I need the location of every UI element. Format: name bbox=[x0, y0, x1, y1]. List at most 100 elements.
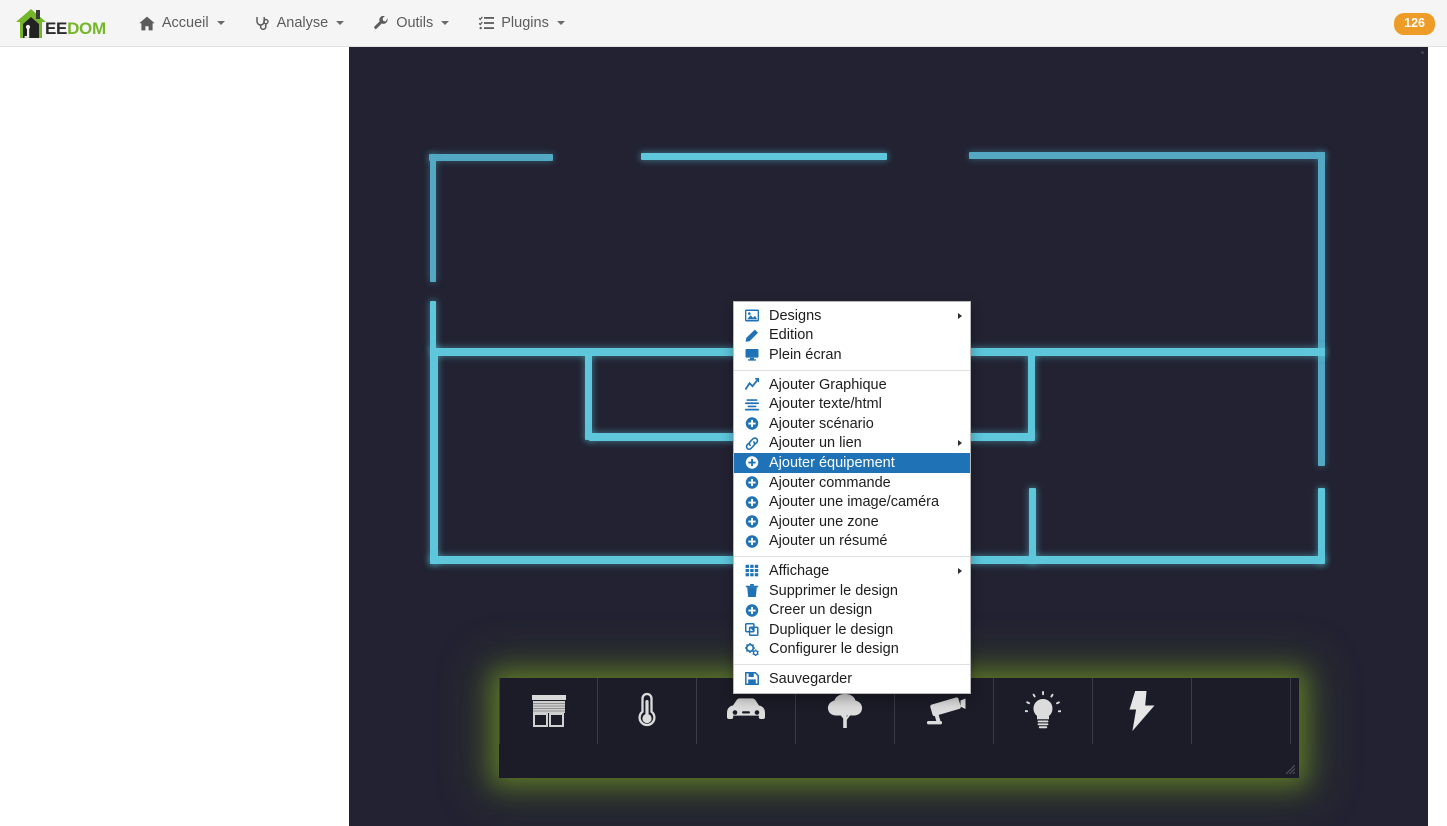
notification-count-badge[interactable]: 126 bbox=[1394, 13, 1435, 35]
chevron-right-icon bbox=[958, 313, 962, 319]
menu-item-ajouter-une-image-cam-ra[interactable]: Ajouter une image/caméra bbox=[734, 492, 970, 512]
car-icon bbox=[724, 697, 768, 725]
link-icon bbox=[745, 437, 759, 450]
canvas-resize-handle-icon[interactable] bbox=[1420, 50, 1425, 55]
shutter-icon bbox=[531, 694, 567, 728]
menu-item-supprimer-le-design[interactable]: Supprimer le design bbox=[734, 581, 970, 601]
wall-segment bbox=[430, 301, 436, 349]
menu-item-label: Ajouter un résumé bbox=[769, 533, 887, 549]
menu-item-label: Plein écran bbox=[769, 347, 842, 363]
wall-segment bbox=[1029, 488, 1036, 564]
text-lines-icon bbox=[745, 398, 759, 411]
nav-item-plugins[interactable]: Plugins bbox=[464, 0, 580, 47]
menu-item-dupliquer-le-design[interactable]: Dupliquer le design bbox=[734, 620, 970, 640]
menu-item-affichage[interactable]: Affichage bbox=[734, 561, 970, 581]
nav-label-accueil: Accueil bbox=[162, 15, 209, 31]
menu-separator bbox=[734, 370, 970, 371]
cogs-icon bbox=[743, 641, 761, 657]
menu-item-ajouter-un-lien[interactable]: Ajouter un lien bbox=[734, 434, 970, 454]
nav-item-accueil[interactable]: Accueil bbox=[124, 0, 240, 47]
trash-icon bbox=[745, 584, 759, 597]
nav-label-outils: Outils bbox=[396, 15, 433, 31]
menu-item-ajouter-commande[interactable]: Ajouter commande bbox=[734, 473, 970, 493]
save-icon bbox=[743, 671, 761, 687]
plus-circle-icon bbox=[745, 476, 759, 489]
plus-circle-icon bbox=[743, 494, 761, 510]
top-navbar: EEDOM Accueil Analyse Outils bbox=[0, 0, 1447, 47]
widget-lightning-bolt[interactable] bbox=[1093, 678, 1192, 744]
chart-line-icon bbox=[745, 378, 759, 391]
wall-segment bbox=[1028, 354, 1035, 440]
menu-item-label: Ajouter une image/caméra bbox=[769, 494, 939, 510]
wall-segment bbox=[430, 154, 436, 282]
menu-item-plein-cran[interactable]: Plein écran bbox=[734, 345, 970, 365]
widget-light-bulb[interactable] bbox=[994, 678, 1093, 744]
plus-circle-icon bbox=[743, 475, 761, 491]
light-bulb-icon bbox=[1025, 691, 1061, 731]
menu-item-ajouter-graphique[interactable]: Ajouter Graphique bbox=[734, 375, 970, 395]
menu-item-designs[interactable]: Designs bbox=[734, 306, 970, 326]
plus-circle-icon bbox=[745, 456, 759, 469]
menu-item-sauvegarder[interactable]: Sauvegarder bbox=[734, 669, 970, 689]
grid-icon bbox=[743, 563, 761, 579]
brand-text: EEDOM bbox=[45, 20, 106, 37]
menu-item-ajouter-sc-nario[interactable]: Ajouter scénario bbox=[734, 414, 970, 434]
menu-item-ajouter-un-r-sum[interactable]: Ajouter un résumé bbox=[734, 532, 970, 552]
plus-circle-icon bbox=[745, 496, 759, 509]
jeedom-brand-logo[interactable]: EEDOM bbox=[12, 3, 106, 43]
widget-shutter[interactable] bbox=[499, 678, 598, 744]
panel-resize-handle-icon[interactable] bbox=[1286, 765, 1295, 774]
menu-item-label: Sauvegarder bbox=[769, 671, 852, 687]
plus-circle-icon bbox=[745, 604, 759, 617]
menu-item-label: Ajouter texte/html bbox=[769, 396, 882, 412]
link-icon bbox=[743, 435, 761, 451]
wall-segment bbox=[1318, 152, 1325, 466]
menu-item-label: Creer un design bbox=[769, 602, 872, 618]
plus-circle-icon bbox=[743, 533, 761, 549]
plus-circle-icon bbox=[745, 417, 759, 430]
copy-icon bbox=[743, 622, 761, 638]
menu-item-label: Ajouter commande bbox=[769, 475, 891, 491]
plus-circle-icon bbox=[743, 455, 761, 471]
menu-item-edition[interactable]: Edition bbox=[734, 326, 970, 346]
menu-item-label: Ajouter un lien bbox=[769, 435, 862, 451]
monitor-icon bbox=[745, 348, 759, 361]
wall-segment bbox=[429, 154, 553, 161]
wrench-icon bbox=[374, 16, 389, 31]
save-icon bbox=[745, 672, 759, 685]
menu-item-label: Ajouter Graphique bbox=[769, 377, 887, 393]
chevron-down-icon bbox=[217, 21, 225, 25]
copy-icon bbox=[745, 623, 759, 636]
wall-segment bbox=[430, 348, 438, 564]
menu-item-configurer-le-design[interactable]: Configurer le design bbox=[734, 640, 970, 660]
cogs-icon bbox=[745, 643, 759, 656]
monitor-icon bbox=[743, 347, 761, 363]
menu-item-label: Ajouter scénario bbox=[769, 416, 874, 432]
brand-text-dark: EE bbox=[45, 19, 67, 38]
security-camera-icon bbox=[922, 695, 966, 727]
menu-item-ajouter-quipement[interactable]: Ajouter équipement bbox=[734, 453, 970, 473]
plus-circle-icon bbox=[743, 416, 761, 432]
menu-item-label: Ajouter une zone bbox=[769, 514, 879, 530]
text-lines-icon bbox=[743, 396, 761, 412]
nav-label-analyse: Analyse bbox=[277, 15, 329, 31]
thermometer-icon bbox=[635, 692, 659, 730]
context-menu[interactable]: DesignsEditionPlein écran Ajouter Graphiq… bbox=[733, 301, 971, 694]
stethoscope-icon bbox=[255, 16, 270, 31]
nav-item-outils[interactable]: Outils bbox=[359, 0, 464, 47]
menu-item-creer-un-design[interactable]: Creer un design bbox=[734, 600, 970, 620]
pencil-icon bbox=[745, 329, 759, 342]
chevron-down-icon bbox=[336, 21, 344, 25]
wall-segment bbox=[641, 153, 887, 160]
nav-item-analyse[interactable]: Analyse bbox=[240, 0, 360, 47]
menu-separator bbox=[734, 664, 970, 665]
widget-thermometer[interactable] bbox=[598, 678, 697, 744]
menu-item-ajouter-une-zone[interactable]: Ajouter une zone bbox=[734, 512, 970, 532]
menu-item-ajouter-texte-html[interactable]: Ajouter texte/html bbox=[734, 394, 970, 414]
nav-menu: Accueil Analyse Outils bbox=[124, 0, 580, 47]
plus-circle-icon bbox=[745, 515, 759, 528]
image-icon bbox=[745, 309, 759, 322]
home-icon bbox=[139, 16, 155, 31]
menu-item-label: Supprimer le design bbox=[769, 583, 898, 599]
plus-circle-icon bbox=[743, 602, 761, 618]
